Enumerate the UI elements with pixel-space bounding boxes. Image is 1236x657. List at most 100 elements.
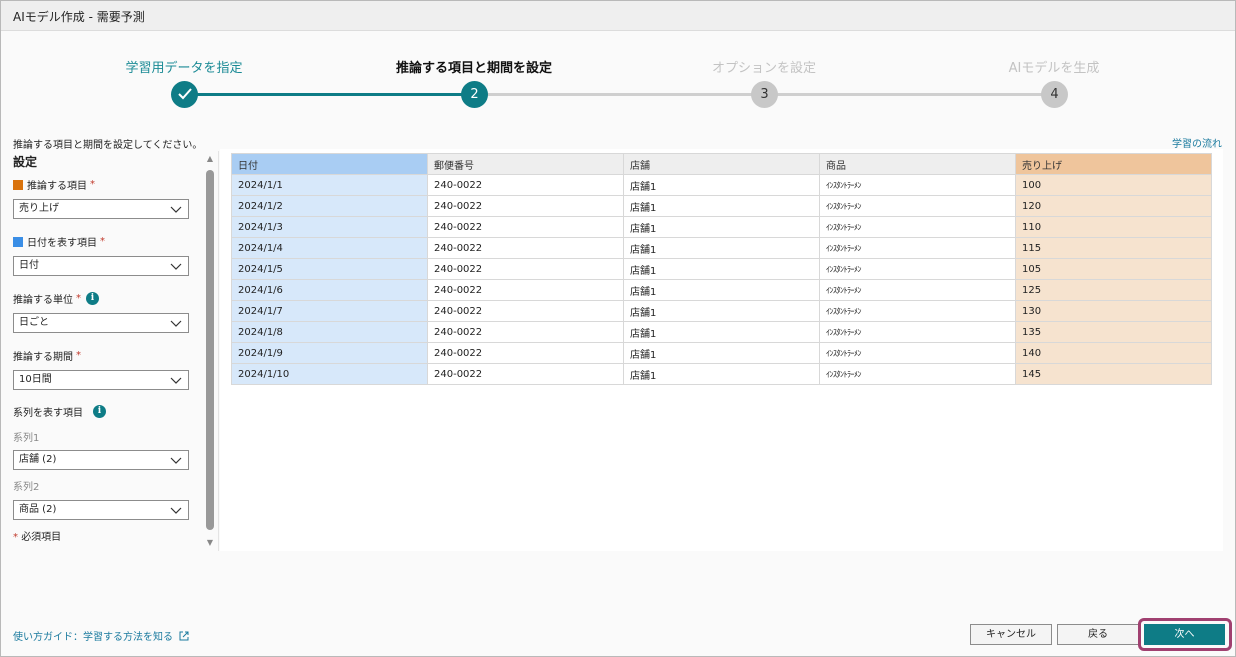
unit-select[interactable]: 日ごと — [13, 313, 189, 333]
target-color-swatch — [13, 179, 23, 190]
cell-postal: 240-0022 — [427, 216, 624, 238]
cell-sales: 135 — [1015, 321, 1212, 343]
cell-date: 2024/1/10 — [231, 363, 428, 385]
cell-store: 店舗1 — [623, 342, 820, 364]
series1-select[interactable]: 店舗 (2) — [13, 450, 189, 470]
info-icon[interactable]: i — [93, 405, 106, 418]
step-3-circle: 3 — [751, 81, 778, 108]
series1-value: 店舗 (2) — [19, 454, 57, 465]
series-text: 系列を表す項目 — [13, 408, 83, 419]
step-4-label: AIモデルを生成 — [1008, 61, 1100, 76]
cell-sales: 145 — [1015, 363, 1212, 385]
cell-date: 2024/1/4 — [231, 237, 428, 259]
date-color-swatch — [13, 236, 23, 247]
period-text: 推論する期間 — [13, 352, 73, 363]
date-item-label: 日付を表す項目 * — [13, 234, 105, 249]
date-item-select[interactable]: 日付 — [13, 256, 189, 276]
step-connector-2 — [474, 93, 764, 96]
cell-product: ｲﾝｽﾀﾝﾄﾗｰﾒﾝ — [819, 174, 1016, 196]
cell-product: ｲﾝｽﾀﾝﾄﾗｰﾒﾝ — [819, 258, 1016, 280]
series-label: 系列を表す項目 i — [13, 404, 106, 419]
column-header-sales[interactable]: 売り上げ — [1015, 153, 1212, 175]
series2-value: 商品 (2) — [19, 504, 57, 515]
step-1-check-icon[interactable] — [171, 81, 198, 108]
cell-postal: 240-0022 — [427, 300, 624, 322]
cell-sales: 130 — [1015, 300, 1212, 322]
chevron-down-icon — [170, 263, 182, 270]
cell-product: ｲﾝｽﾀﾝﾄﾗｰﾒﾝ — [819, 216, 1016, 238]
scroll-down-icon[interactable]: ▼ — [205, 538, 215, 548]
step-2-circle: 2 — [461, 81, 488, 108]
cell-store: 店舗1 — [623, 237, 820, 259]
cell-postal: 240-0022 — [427, 363, 624, 385]
cell-postal: 240-0022 — [427, 321, 624, 343]
cell-postal: 240-0022 — [427, 342, 624, 364]
column-header-product[interactable]: 商品 — [819, 153, 1016, 175]
cell-date: 2024/1/5 — [231, 258, 428, 280]
period-label: 推論する期間 * — [13, 348, 81, 363]
window-title: AIモデル作成 - 需要予測 — [13, 10, 145, 24]
table-row: 2024/1/4 240-0022 店舗1 ｲﾝｽﾀﾝﾄﾗｰﾒﾝ 115 — [231, 237, 1212, 259]
usage-guide-link[interactable]: 使い方ガイド：学習する方法を知る — [13, 628, 189, 643]
cell-store: 店舗1 — [623, 216, 820, 238]
column-header-date[interactable]: 日付 — [231, 153, 428, 175]
series2-select[interactable]: 商品 (2) — [13, 500, 189, 520]
cell-sales: 105 — [1015, 258, 1212, 280]
date-item-value: 日付 — [19, 260, 39, 271]
table-row: 2024/1/6 240-0022 店舗1 ｲﾝｽﾀﾝﾄﾗｰﾒﾝ 125 — [231, 279, 1212, 301]
cell-product: ｲﾝｽﾀﾝﾄﾗｰﾒﾝ — [819, 342, 1016, 364]
table-row: 2024/1/5 240-0022 店舗1 ｲﾝｽﾀﾝﾄﾗｰﾒﾝ 105 — [231, 258, 1212, 280]
data-preview-area: 日付 郵便番号 店舗 商品 売り上げ 2024/1/1 240-0022 店舗1… — [220, 149, 1223, 551]
target-item-select[interactable]: 売り上げ — [13, 199, 189, 219]
settings-scrollbar[interactable]: ▲ ▼ — [204, 154, 216, 550]
period-select[interactable]: 10日間 — [13, 370, 189, 390]
unit-text: 推論する単位 — [13, 295, 73, 306]
info-icon[interactable]: i — [86, 292, 99, 305]
chevron-down-icon — [170, 507, 182, 514]
period-value: 10日間 — [19, 374, 52, 385]
step-4-circle: 4 — [1041, 81, 1068, 108]
scrollbar-thumb[interactable] — [206, 170, 214, 530]
table-row: 2024/1/8 240-0022 店舗1 ｲﾝｽﾀﾝﾄﾗｰﾒﾝ 135 — [231, 321, 1212, 343]
external-link-icon — [179, 631, 189, 640]
cancel-button[interactable]: キャンセル — [970, 624, 1052, 645]
required-note-text: 必須項目 — [21, 532, 62, 543]
wizard-stepper: 学習用データを指定 推論する項目と期間を設定 オプションを設定 AIモデルを生成… — [1, 31, 1235, 131]
column-header-store[interactable]: 店舗 — [623, 153, 820, 175]
target-item-label: 推論する項目 * — [13, 177, 95, 192]
cell-store: 店舗1 — [623, 300, 820, 322]
chevron-down-icon — [170, 206, 182, 213]
cell-store: 店舗1 — [623, 279, 820, 301]
panel-divider — [218, 151, 219, 551]
cell-store: 店舗1 — [623, 195, 820, 217]
step-1-label[interactable]: 学習用データを指定 — [84, 57, 284, 76]
target-item-value: 売り上げ — [19, 203, 59, 214]
unit-label: 推論する単位 * i — [13, 291, 99, 306]
cell-postal: 240-0022 — [427, 279, 624, 301]
column-header-postal[interactable]: 郵便番号 — [427, 153, 624, 175]
learning-flow-link[interactable]: 学習の流れ — [1172, 135, 1222, 150]
usage-guide-text: 使い方ガイド：学習する方法を知る — [13, 632, 173, 643]
cell-sales: 140 — [1015, 342, 1212, 364]
cell-date: 2024/1/3 — [231, 216, 428, 238]
step-3-label: オプションを設定 — [711, 61, 816, 76]
series1-label: 系列1 — [13, 433, 40, 444]
unit-value: 日ごと — [19, 317, 49, 328]
next-button[interactable]: 次へ — [1144, 624, 1225, 645]
cell-sales: 125 — [1015, 279, 1212, 301]
cell-date: 2024/1/1 — [231, 174, 428, 196]
scroll-up-icon[interactable]: ▲ — [205, 154, 215, 164]
step-connector-1 — [184, 93, 474, 96]
cell-product: ｲﾝｽﾀﾝﾄﾗｰﾒﾝ — [819, 279, 1016, 301]
cell-sales: 120 — [1015, 195, 1212, 217]
cell-product: ｲﾝｽﾀﾝﾄﾗｰﾒﾝ — [819, 237, 1016, 259]
cell-product: ｲﾝｽﾀﾝﾄﾗｰﾒﾝ — [819, 195, 1016, 217]
dialog-content: 学習用データを指定 推論する項目と期間を設定 オプションを設定 AIモデルを生成… — [1, 31, 1235, 656]
required-asterisk: * — [13, 532, 18, 543]
back-button[interactable]: 戻る — [1057, 624, 1139, 645]
cell-date: 2024/1/2 — [231, 195, 428, 217]
table-row: 2024/1/7 240-0022 店舗1 ｲﾝｽﾀﾝﾄﾗｰﾒﾝ 130 — [231, 300, 1212, 322]
cell-store: 店舗1 — [623, 321, 820, 343]
settings-panel: 設定 推論する項目 * 売り上げ 日付を表す項目 * 日付 推論する単位 * i… — [13, 151, 193, 551]
cell-store: 店舗1 — [623, 363, 820, 385]
